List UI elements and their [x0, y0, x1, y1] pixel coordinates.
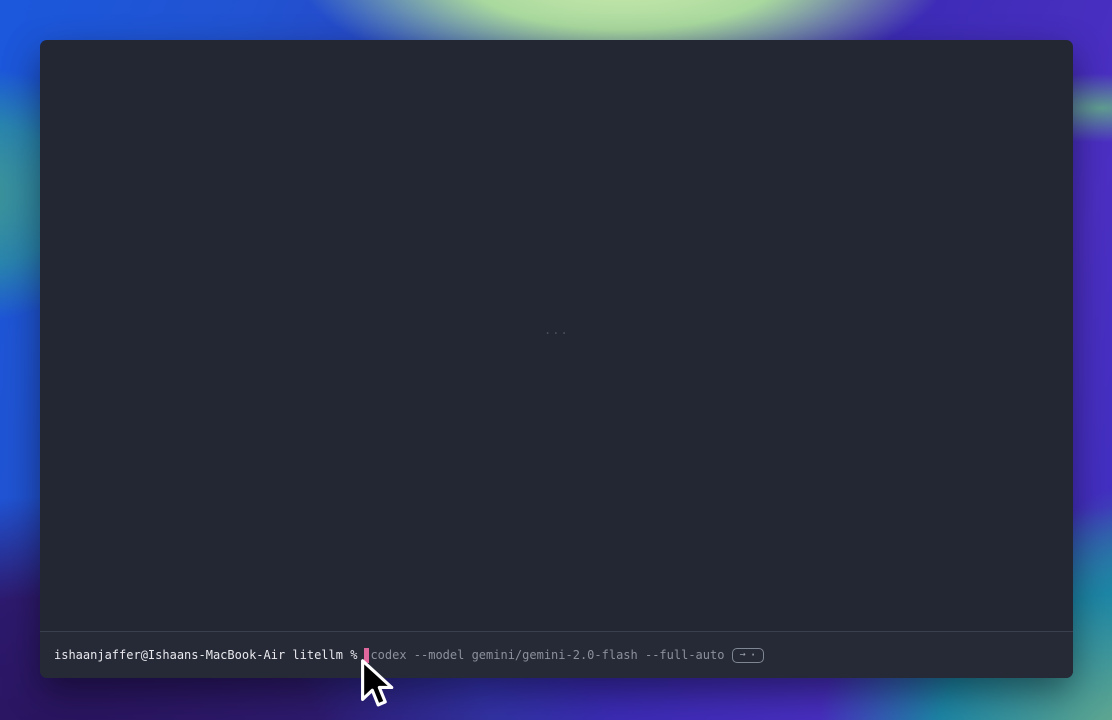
- right-arrow-key-icon: →: [739, 650, 745, 660]
- terminal-window[interactable]: ... ishaanjaffer@Ishaans-MacBook-Air lit…: [40, 40, 1073, 678]
- dot-icon: ·: [749, 649, 756, 661]
- terminal-output-area[interactable]: ...: [40, 40, 1073, 631]
- text-cursor-caret: [364, 648, 369, 663]
- terminal-prompt-bar[interactable]: ishaanjaffer@Ishaans-MacBook-Air litellm…: [40, 631, 1073, 678]
- terminal-ellipsis-text: ...: [544, 323, 569, 337]
- shell-prompt: ishaanjaffer@Ishaans-MacBook-Air litellm…: [54, 648, 357, 662]
- desktop-wallpaper: ... ishaanjaffer@Ishaans-MacBook-Air lit…: [0, 0, 1112, 720]
- accept-suggestion-hint-badge: → ·: [732, 648, 763, 663]
- autosuggestion-text: codex --model gemini/gemini-2.0-flash --…: [370, 648, 724, 662]
